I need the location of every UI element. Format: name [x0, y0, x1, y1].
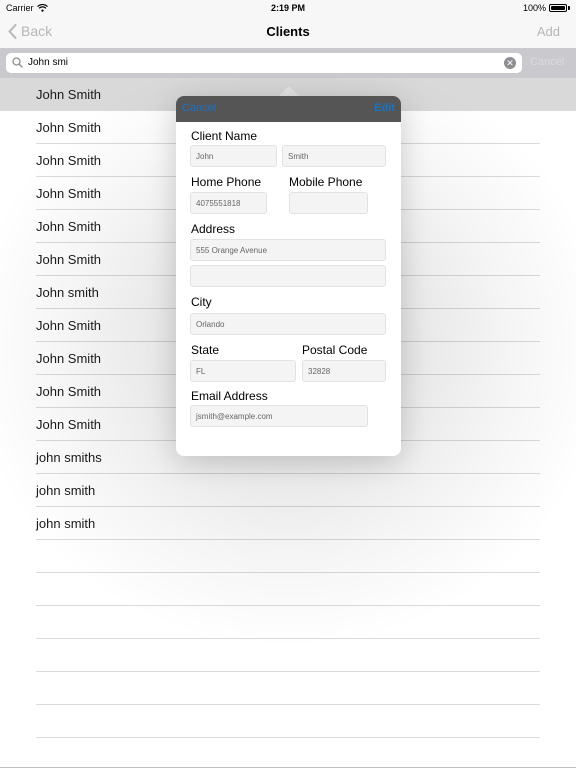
search-input[interactable]: John smi ✕: [6, 53, 522, 73]
popover-arrow: [279, 86, 299, 96]
list-item-label: John Smith: [36, 120, 102, 135]
search-value: John smi: [28, 57, 69, 68]
mobile-phone-field[interactable]: [289, 192, 368, 214]
list-item-label: John Smith: [36, 153, 102, 168]
search-icon: [12, 57, 23, 68]
list-item-label: John Smith: [36, 318, 102, 333]
clear-search-icon[interactable]: ✕: [504, 57, 516, 69]
address-line2-field[interactable]: [190, 265, 386, 287]
navigation-bar: Back Clients Add: [0, 16, 576, 48]
page-title: Clients: [266, 24, 310, 39]
list-item-label: John Smith: [36, 417, 102, 432]
status-right: 100%: [523, 3, 570, 13]
postal-code-label: Postal Code: [302, 343, 368, 357]
client-name-label: Client Name: [191, 129, 258, 143]
search-cancel-button[interactable]: Cancel: [530, 56, 564, 68]
list-item-label: John Smith: [36, 351, 102, 366]
list-item-label: john smith: [36, 516, 96, 531]
empty-list-row: [36, 672, 540, 705]
list-item-label: John Smith: [36, 186, 102, 201]
popover-edit-button[interactable]: Edit: [374, 102, 395, 114]
state-field[interactable]: FL: [190, 360, 296, 382]
email-label: Email Address: [191, 389, 268, 403]
list-item-label: John Smith: [36, 384, 102, 399]
client-detail-popover: Cancel Edit Client Name John Smith Home …: [176, 96, 401, 456]
battery-tip: [568, 6, 570, 10]
list-item-label: John Smith: [36, 252, 102, 267]
list-item-label: john smiths: [36, 450, 102, 465]
search-bar: John smi ✕ Cancel: [0, 48, 576, 78]
last-name-field[interactable]: Smith: [282, 145, 386, 167]
empty-list-row: [36, 573, 540, 606]
status-bar: Carrier 2:19 PM 100%: [0, 0, 576, 16]
empty-list-row: [36, 639, 540, 672]
city-label: City: [191, 295, 212, 309]
postal-code-field[interactable]: 32828: [302, 360, 386, 382]
battery-icon: [549, 4, 567, 12]
status-time: 2:19 PM: [270, 3, 305, 13]
list-item-label: John Smith: [36, 87, 102, 102]
popover-cancel-button[interactable]: Cancel: [182, 102, 216, 114]
empty-list-row: [36, 540, 540, 573]
address-line1-field[interactable]: 555 Orange Avenue: [190, 239, 386, 261]
list-item-label: john smith: [36, 483, 96, 498]
list-item[interactable]: john smith: [36, 474, 540, 507]
address-label: Address: [191, 222, 236, 236]
home-phone-field[interactable]: 4075551818: [190, 192, 267, 214]
empty-list-row: [36, 606, 540, 639]
list-item[interactable]: john smith: [36, 507, 540, 540]
first-name-field[interactable]: John: [190, 145, 277, 167]
home-phone-label: Home Phone: [191, 175, 262, 189]
popover-header: Cancel Edit: [176, 96, 401, 122]
city-field[interactable]: Orlando: [190, 313, 386, 335]
list-item-label: John smith: [36, 285, 99, 300]
state-label: State: [191, 343, 220, 357]
mobile-phone-label: Mobile Phone: [289, 175, 363, 189]
battery-percent: 100%: [522, 3, 546, 13]
email-field[interactable]: jsmith@example.com: [190, 405, 368, 427]
empty-list-row: [36, 705, 540, 738]
add-button[interactable]: Add: [537, 24, 560, 39]
list-item-label: John Smith: [36, 219, 102, 234]
